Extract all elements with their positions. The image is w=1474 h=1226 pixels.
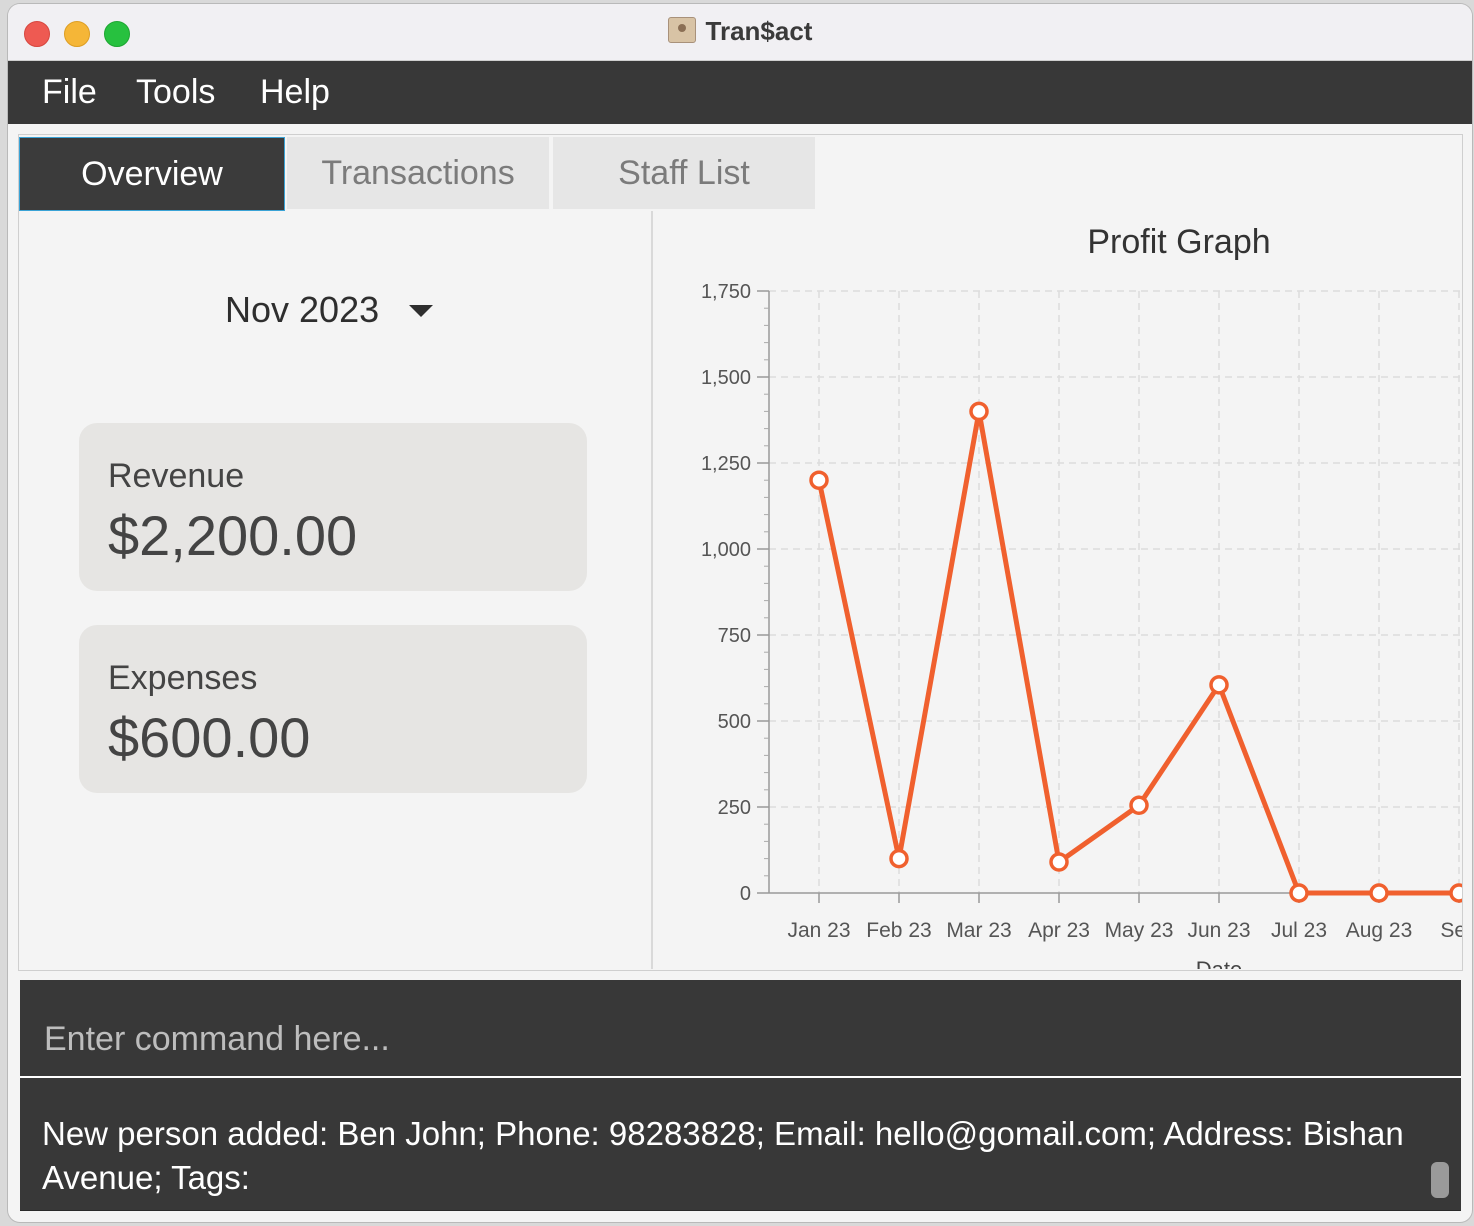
y-tick-label: 1,500 xyxy=(701,367,751,389)
command-input[interactable] xyxy=(42,1016,1426,1062)
window-title-wrap: Tran$act xyxy=(8,16,1472,47)
profit-data-point xyxy=(1129,795,1149,816)
result-text: New person added: Ben John; Phone: 98283… xyxy=(42,1115,1404,1196)
chart-title: Profit Graph xyxy=(1087,223,1270,261)
x-tick-label: Sep xyxy=(1440,919,1462,942)
app-window: Tran$act File Tools Help Overview Transa… xyxy=(8,4,1472,1222)
expenses-card: Expenses $600.00 xyxy=(79,625,587,793)
x-tick-label: Mar 23 xyxy=(946,919,1011,942)
window-title: Tran$act xyxy=(705,16,813,46)
x-tick-label: Jan 23 xyxy=(787,919,850,942)
profit-data-point xyxy=(809,470,829,490)
result-display: New person added: Ben John; Phone: 98283… xyxy=(20,1078,1461,1211)
profit-data-point xyxy=(969,401,989,422)
menu-tools[interactable]: Tools xyxy=(136,73,215,112)
x-axis-label: Date xyxy=(1196,957,1242,969)
profit-chart: Profit Graph 0 250 500 750 1,000 1,250 1,500 1,… xyxy=(653,211,1462,969)
y-tick-label: 0 xyxy=(740,883,751,905)
chart-axes: 0 250 500 750 1,000 1,250 1,500 1,750 Jan 23 Feb … xyxy=(701,281,1462,942)
revenue-card: Revenue $2,200.00 xyxy=(79,423,587,591)
profit-data-point xyxy=(889,848,909,869)
menu-help[interactable]: Help xyxy=(260,73,330,112)
x-tick-label: Jun 23 xyxy=(1187,919,1250,942)
chart-grid xyxy=(769,290,1462,893)
tab-staff-list[interactable]: Staff List xyxy=(553,137,815,209)
tab-pane: Overview Transactions Staff List Nov 202… xyxy=(18,134,1463,971)
profit-data-point xyxy=(1209,675,1229,695)
expenses-value: $600.00 xyxy=(108,706,311,769)
y-tick-label: 250 xyxy=(718,797,751,819)
month-select[interactable]: Nov 2023 xyxy=(225,289,379,331)
x-tick-label: Apr 23 xyxy=(1028,919,1090,942)
overview-panel: Nov 2023 Revenue $2,200.00 Expenses $600… xyxy=(19,211,653,969)
chart-series xyxy=(809,401,1462,903)
chevron-down-icon[interactable] xyxy=(409,305,433,317)
y-tick-label: 750 xyxy=(718,625,751,647)
profit-data-point xyxy=(1369,883,1389,903)
y-tick-label: 1,750 xyxy=(701,281,751,303)
revenue-value: $2,200.00 xyxy=(108,504,358,567)
x-tick-label: Aug 23 xyxy=(1346,919,1413,942)
y-tick-label: 500 xyxy=(718,711,751,733)
x-tick-label: Jul 23 xyxy=(1271,919,1327,942)
profit-data-point xyxy=(1449,883,1462,903)
expenses-label: Expenses xyxy=(108,659,258,697)
title-bar: Tran$act xyxy=(8,4,1472,61)
app-icon xyxy=(667,17,696,43)
menu-bar: File Tools Help xyxy=(8,61,1472,124)
x-tick-label: Feb 23 xyxy=(866,919,931,942)
y-tick-label: 1,000 xyxy=(701,539,751,561)
tab-overview[interactable]: Overview xyxy=(19,137,285,211)
menu-file[interactable]: File xyxy=(42,73,97,112)
revenue-label: Revenue xyxy=(108,457,245,495)
y-tick-label: 1,250 xyxy=(701,453,751,475)
profit-chart-svg: Profit Graph 0 250 500 750 1,000 1,250 1,500 1,… xyxy=(701,223,1462,969)
result-scrollbar[interactable] xyxy=(1431,1162,1449,1198)
profit-data-point xyxy=(1289,883,1309,903)
command-box xyxy=(20,980,1461,1078)
tab-transactions[interactable]: Transactions xyxy=(287,137,549,209)
profit-data-point xyxy=(1049,852,1069,872)
x-tick-label: May 23 xyxy=(1105,919,1174,942)
